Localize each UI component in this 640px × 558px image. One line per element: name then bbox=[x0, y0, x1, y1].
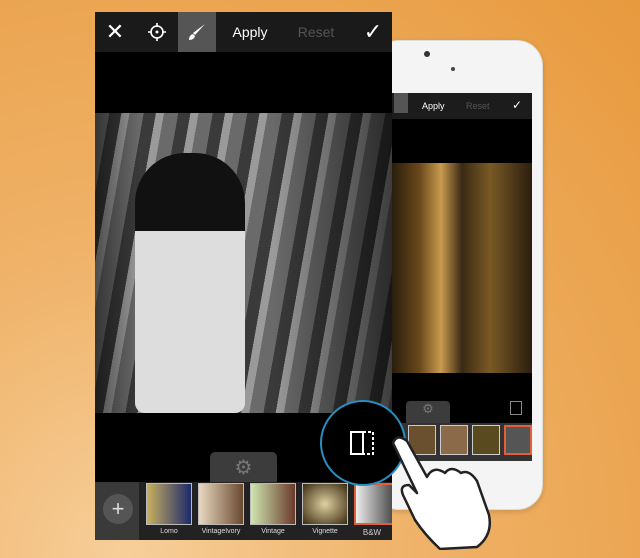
iphone-filter-thumb[interactable] bbox=[504, 425, 532, 455]
filter-list: Lomo VintageIvory Vintage Vignette B&W bbox=[139, 482, 392, 540]
compare-split-icon[interactable] bbox=[510, 401, 522, 415]
iphone-screen: Apply Reset ✓ ⚙ bbox=[392, 93, 532, 461]
hand-pointer-icon bbox=[391, 436, 491, 550]
filter-thumb[interactable] bbox=[250, 483, 296, 525]
close-icon[interactable]: ✕ bbox=[95, 12, 135, 52]
filter-thumb[interactable] bbox=[198, 483, 244, 525]
filter-label: Vintage bbox=[261, 528, 285, 535]
filter-label: Lomo bbox=[160, 528, 178, 535]
compare-split-icon bbox=[350, 431, 374, 455]
plus-icon[interactable]: + bbox=[103, 494, 133, 524]
crosshair-icon[interactable] bbox=[137, 12, 177, 52]
check-icon[interactable]: ✓ bbox=[355, 12, 391, 52]
filter-thumb[interactable] bbox=[146, 483, 192, 525]
brush-icon[interactable] bbox=[178, 12, 216, 52]
filter-label: VintageIvory bbox=[201, 528, 241, 535]
iphone-photo bbox=[392, 163, 532, 373]
photo-subject bbox=[135, 153, 245, 413]
toolbar: ✕ Apply Reset ✓ bbox=[95, 12, 392, 52]
filter-thumb[interactable] bbox=[302, 483, 348, 525]
reset-button[interactable]: Reset bbox=[291, 12, 341, 52]
gear-icon[interactable]: ⚙ bbox=[210, 452, 277, 482]
apply-button[interactable]: Apply bbox=[225, 12, 275, 52]
photo-canvas[interactable] bbox=[95, 113, 392, 413]
iphone-toolbar: Apply Reset ✓ bbox=[392, 93, 532, 119]
filter-label: Vignette bbox=[312, 528, 338, 535]
iphone-camera bbox=[424, 51, 430, 57]
iphone-sensor bbox=[451, 67, 455, 71]
iphone-apply-button[interactable]: Apply bbox=[422, 101, 445, 111]
iphone-reset-button[interactable]: Reset bbox=[466, 101, 490, 111]
brush-icon[interactable] bbox=[394, 93, 408, 113]
filter-strip: + Lomo VintageIvory Vintage Vignette B&W bbox=[95, 482, 392, 540]
check-icon[interactable]: ✓ bbox=[512, 98, 522, 112]
gear-icon[interactable]: ⚙ bbox=[406, 401, 450, 423]
